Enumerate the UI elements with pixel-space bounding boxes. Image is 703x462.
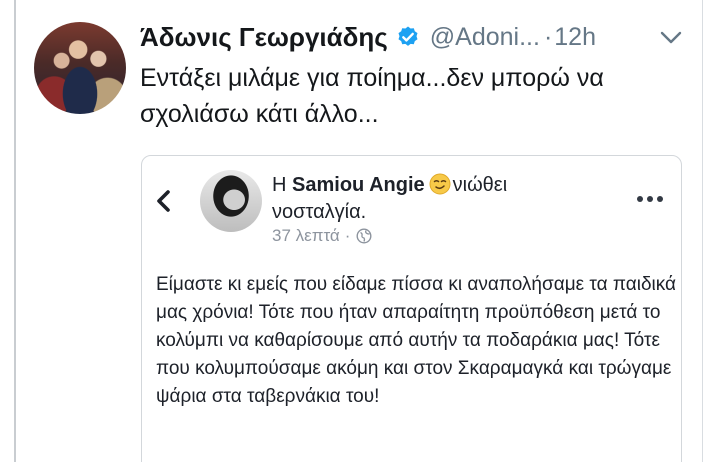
embedded-post-card[interactable]: Η Samiou Angie νιώθει νοσταλγία. 37 λεπτ… bbox=[141, 155, 682, 462]
post-meta: 37 λεπτά · bbox=[272, 226, 372, 246]
post-time[interactable]: 37 λεπτά bbox=[272, 226, 340, 246]
more-dots-icon[interactable] bbox=[637, 196, 663, 202]
tweet-text: Εντάξει μιλάμε για ποίημα...δεν μπορώ να… bbox=[140, 64, 604, 128]
verified-badge-icon bbox=[398, 26, 418, 46]
chevron-down-icon[interactable] bbox=[660, 30, 682, 46]
post-author-name[interactable]: Samiou Angie bbox=[292, 174, 425, 196]
time-separator: · bbox=[543, 22, 553, 51]
author-name[interactable]: Άδωνις Γεωργιάδης bbox=[140, 22, 388, 53]
post-meta-separator: · bbox=[344, 226, 351, 245]
left-border bbox=[14, 0, 16, 462]
post-body-text: Είμαστε κι εμείς που είδαμε πίσσα κι ανα… bbox=[156, 274, 677, 407]
globe-icon bbox=[356, 228, 372, 244]
author-handle[interactable]: @Adoni... bbox=[430, 23, 540, 52]
tweet-header: Άδωνις Γεωργιάδης @Adoni... · 12h bbox=[140, 18, 596, 56]
post-prefix: Η bbox=[272, 174, 287, 196]
nostalgic-face-icon bbox=[429, 173, 451, 195]
post-header: Η Samiou Angie νιώθει νοσταλγία. bbox=[272, 172, 602, 226]
author-avatar[interactable] bbox=[34, 22, 126, 114]
post-author-avatar[interactable] bbox=[200, 170, 262, 232]
tweet-time[interactable]: 12h bbox=[554, 23, 596, 52]
chevron-left-icon[interactable] bbox=[154, 189, 172, 213]
